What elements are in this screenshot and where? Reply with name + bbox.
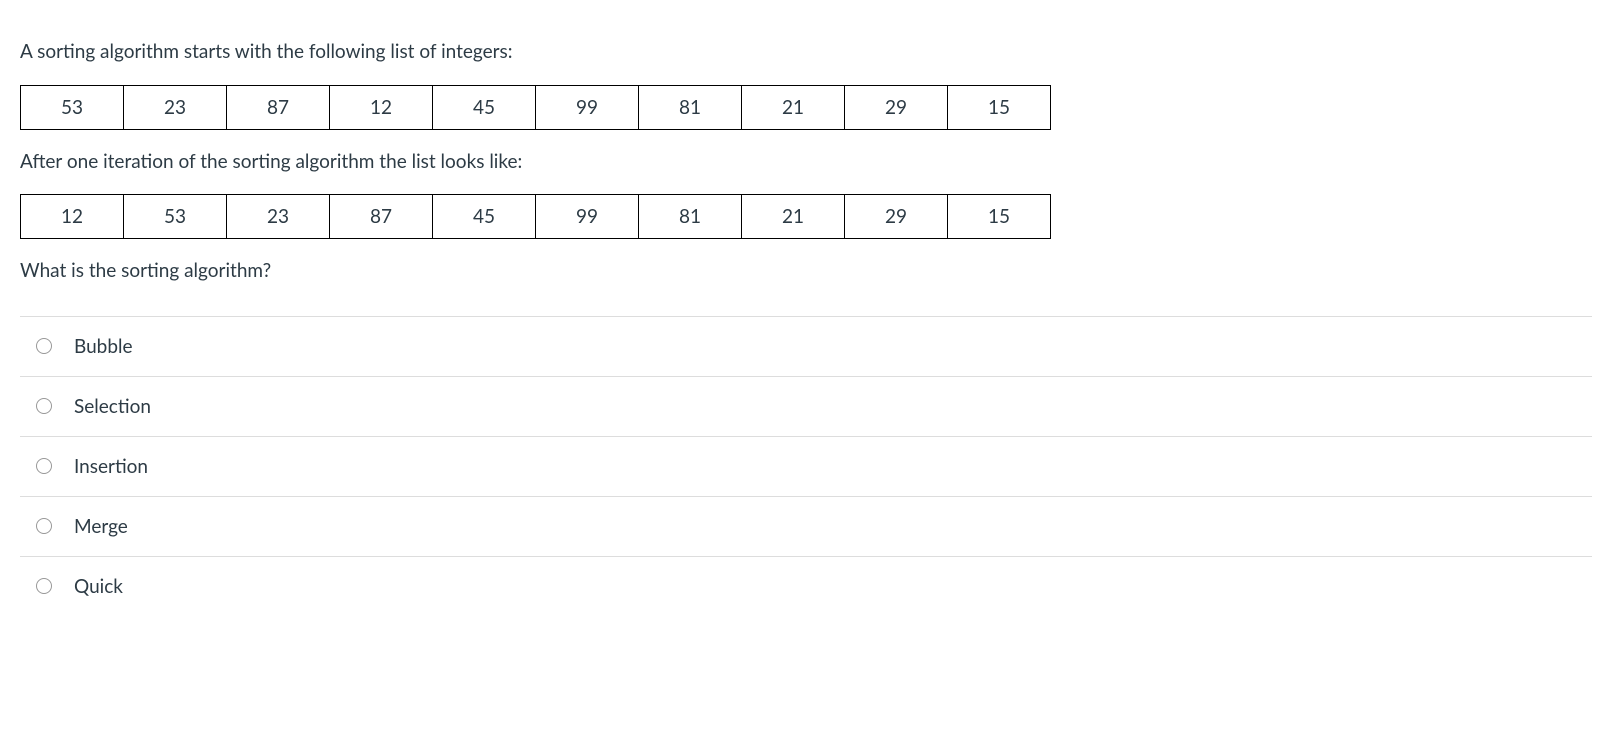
radio-quick[interactable] bbox=[36, 578, 52, 594]
radio-selection[interactable] bbox=[36, 398, 52, 414]
list-cell: 99 bbox=[536, 195, 639, 239]
after-list-table: 12 53 23 87 45 99 81 21 29 15 bbox=[20, 194, 1051, 239]
list-cell: 21 bbox=[742, 85, 845, 129]
list-cell: 12 bbox=[330, 85, 433, 129]
answer-option-selection[interactable]: Selection bbox=[20, 376, 1592, 436]
answer-options: Bubble Selection Insertion Merge Quick bbox=[20, 316, 1592, 616]
answer-label[interactable]: Selection bbox=[74, 395, 151, 418]
list-cell: 99 bbox=[536, 85, 639, 129]
answer-label[interactable]: Quick bbox=[74, 575, 123, 598]
radio-merge[interactable] bbox=[36, 518, 52, 534]
list-cell: 29 bbox=[845, 85, 948, 129]
list-cell: 81 bbox=[639, 195, 742, 239]
list-cell: 45 bbox=[433, 85, 536, 129]
question-after-text: After one iteration of the sorting algor… bbox=[20, 148, 1592, 177]
list-cell: 23 bbox=[124, 85, 227, 129]
radio-insertion[interactable] bbox=[36, 458, 52, 474]
question-container: A sorting algorithm starts with the foll… bbox=[20, 38, 1592, 616]
list-cell: 87 bbox=[227, 85, 330, 129]
list-cell: 23 bbox=[227, 195, 330, 239]
list-cell: 81 bbox=[639, 85, 742, 129]
initial-list-table: 53 23 87 12 45 99 81 21 29 15 bbox=[20, 85, 1051, 130]
answer-label[interactable]: Bubble bbox=[74, 335, 132, 358]
answer-label[interactable]: Insertion bbox=[74, 455, 148, 478]
list-cell: 45 bbox=[433, 195, 536, 239]
list-cell: 29 bbox=[845, 195, 948, 239]
answer-option-insertion[interactable]: Insertion bbox=[20, 436, 1592, 496]
list-cell: 53 bbox=[21, 85, 124, 129]
question-prompt: What is the sorting algorithm? bbox=[20, 257, 1592, 286]
answer-option-merge[interactable]: Merge bbox=[20, 496, 1592, 556]
list-cell: 53 bbox=[124, 195, 227, 239]
list-cell: 15 bbox=[948, 85, 1051, 129]
answer-label[interactable]: Merge bbox=[74, 515, 128, 538]
answer-option-bubble[interactable]: Bubble bbox=[20, 316, 1592, 376]
list-cell: 15 bbox=[948, 195, 1051, 239]
radio-bubble[interactable] bbox=[36, 338, 52, 354]
list-cell: 21 bbox=[742, 195, 845, 239]
answer-option-quick[interactable]: Quick bbox=[20, 556, 1592, 616]
question-intro: A sorting algorithm starts with the foll… bbox=[20, 38, 1592, 67]
list-cell: 12 bbox=[21, 195, 124, 239]
list-cell: 87 bbox=[330, 195, 433, 239]
